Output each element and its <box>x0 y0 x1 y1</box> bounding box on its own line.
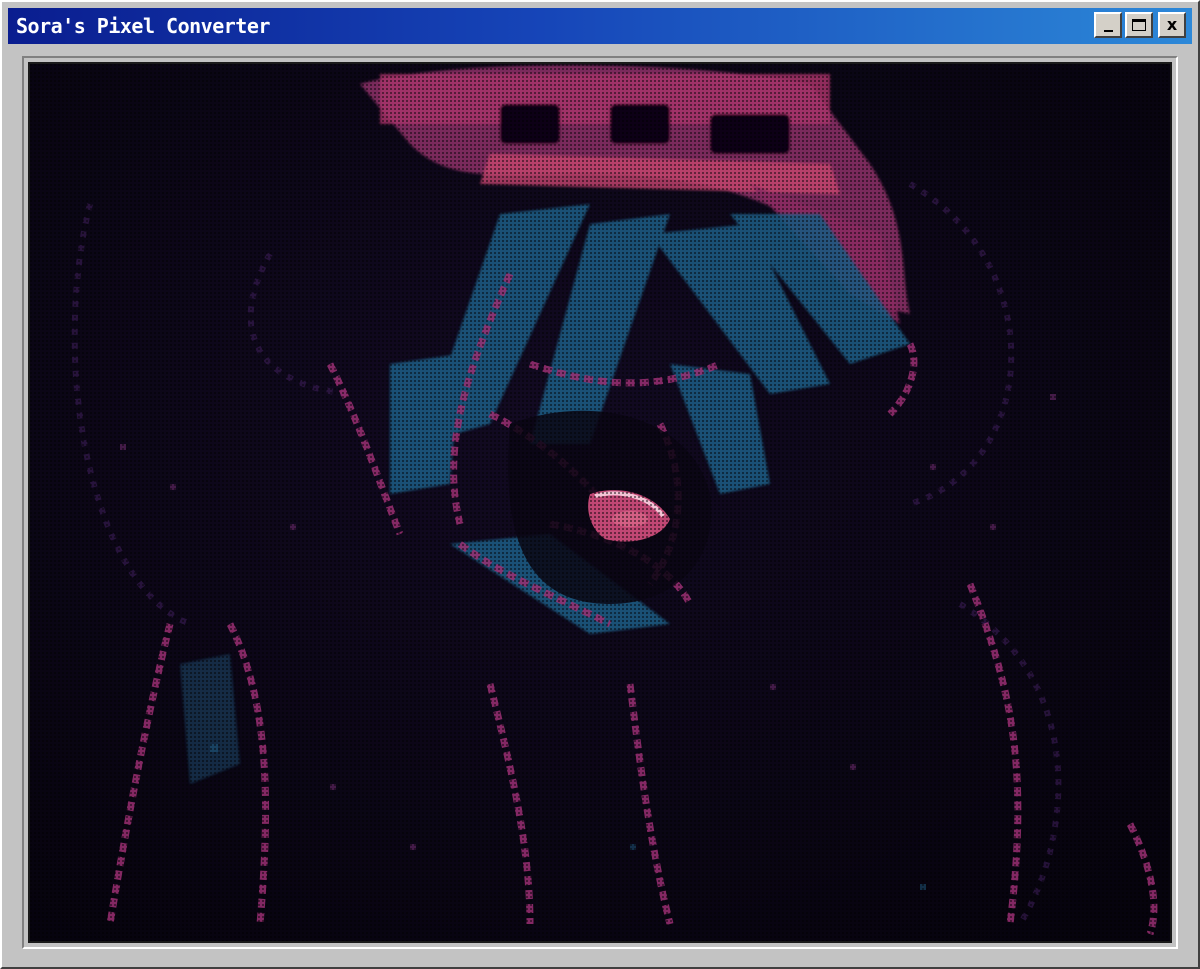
window-controls: x <box>1094 12 1186 38</box>
maximize-button[interactable] <box>1125 12 1153 38</box>
client-area <box>22 56 1178 949</box>
minimize-button[interactable] <box>1094 12 1122 38</box>
app-window: Sora's Pixel Converter x <box>0 0 1200 969</box>
maximize-icon <box>1132 19 1146 31</box>
close-icon: x <box>1166 15 1178 34</box>
minimize-icon <box>1104 30 1113 32</box>
close-button[interactable]: x <box>1158 12 1186 38</box>
title-bar[interactable]: Sora's Pixel Converter x <box>8 8 1192 44</box>
pixel-art-image <box>30 64 1170 941</box>
image-canvas[interactable] <box>28 62 1172 943</box>
window-title: Sora's Pixel Converter <box>16 14 270 38</box>
